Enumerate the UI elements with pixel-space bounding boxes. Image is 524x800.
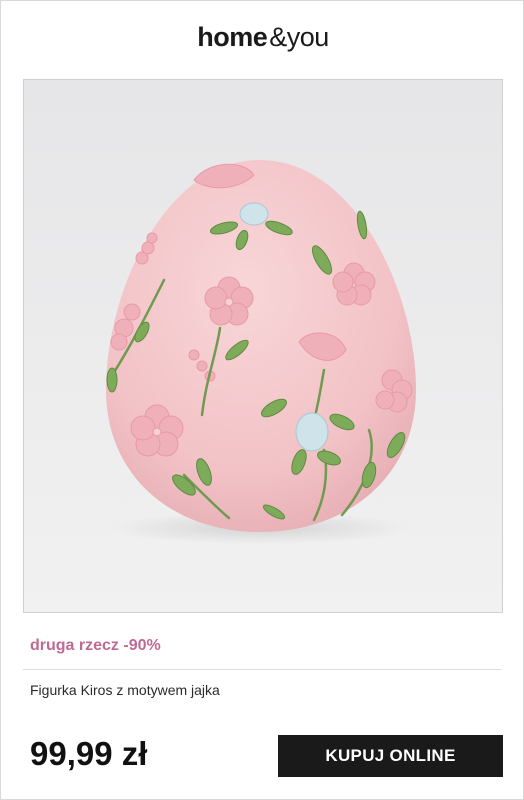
logo-word-home: home [197, 21, 268, 52]
logo-word-you: &you [269, 21, 329, 52]
product-price: 99,99 zł [30, 735, 148, 772]
ad-card[interactable]: home &you druga rzecz -90% Figurka Kiros… [0, 0, 524, 800]
product-name[interactable]: Figurka Kiros z motywem jajka [30, 682, 220, 698]
egg-figurine-illustration [106, 160, 416, 544]
brand-logo[interactable]: home &you [197, 22, 329, 53]
product-image[interactable] [23, 79, 503, 613]
header: home &you [1, 15, 524, 59]
divider [23, 669, 501, 670]
promo-label: druga rzecz -90% [30, 637, 161, 654]
buy-online-button[interactable]: KUPUJ ONLINE [278, 735, 503, 777]
